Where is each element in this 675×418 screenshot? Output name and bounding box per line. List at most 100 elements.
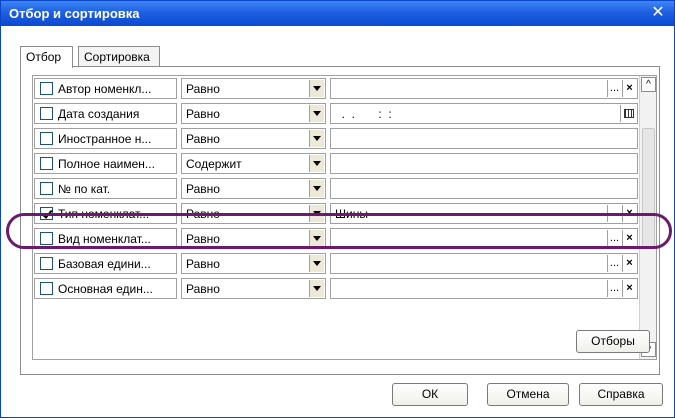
filter-sort-dialog: Отбор и сортировка ✕ Отбор Сортировка Ав… [0,0,675,418]
vertical-scrollbar[interactable]: ^ v [639,76,656,359]
filter-name-label: Дата создания [58,107,140,121]
filter-row: Дата создания Равно . . : : [33,101,638,126]
select-button[interactable]: ... [607,80,621,97]
value-field[interactable]: Шины ... × [330,203,638,224]
filter-checkbox[interactable] [40,132,53,145]
chevron-down-icon[interactable] [309,105,324,122]
calendar-icon[interactable] [620,105,636,122]
chevron-down-icon[interactable] [309,155,324,172]
operator-select[interactable]: Равно [181,128,326,149]
filter-checkbox[interactable] [40,232,53,245]
operator-value: Равно [186,257,220,271]
dialog-client-area: Отбор Сортировка Автор номенкл... Равно [5,26,670,415]
select-button[interactable]: ... [607,255,621,272]
operator-select[interactable]: Равно [181,203,326,224]
filter-row: Основная един... Равно ... × [33,276,638,301]
scroll-thumb[interactable] [642,128,655,248]
filter-tab-panel: Автор номенкл... Равно ... × Дата создан… [20,66,660,375]
filter-checkbox[interactable] [40,257,53,270]
filter-name-label: Автор номенкл... [58,82,152,96]
clear-icon[interactable]: × [622,255,636,272]
value-field[interactable]: ... × [330,278,638,299]
operator-select[interactable]: Равно [181,228,326,249]
operator-select[interactable]: Равно [181,253,326,274]
ok-button[interactable]: ОК [392,383,468,406]
filter-name-cell: Основная един... [34,278,177,299]
chevron-down-icon[interactable] [309,205,324,222]
operator-value: Равно [186,132,220,146]
filter-name-cell: Дата создания [34,103,177,124]
operator-value: Равно [186,82,220,96]
chevron-down-icon[interactable] [309,80,324,97]
filter-checkbox-checked[interactable] [40,207,53,220]
filter-name-label: Основная един... [58,282,153,296]
value-field[interactable] [330,178,638,199]
filter-checkbox[interactable] [40,182,53,195]
filter-name-cell: Автор номенкл... [34,78,177,99]
date-value-field[interactable]: . . : : [330,103,638,124]
title-bar[interactable]: Отбор и сортировка ✕ [1,1,674,26]
tab-filter[interactable]: Отбор [20,46,73,68]
tab-filter-label: Отбор [26,50,62,64]
value-field[interactable]: ... × [330,253,638,274]
filter-name-cell: Базовая едини... [34,253,177,274]
operator-value: Содержит [186,157,242,171]
filter-name-cell: Вид номенклат... [34,228,177,249]
filter-name-label: Вид номенклат... [58,232,151,246]
filter-name-label: Иностранное н... [58,132,152,146]
operator-value: Равно [186,107,220,121]
filter-checkbox[interactable] [40,82,53,95]
value-text: . . : : [335,107,392,121]
close-icon[interactable]: ✕ [648,3,668,23]
clear-icon[interactable]: × [622,205,636,222]
filter-row: № по кат. Равно [33,176,638,201]
operator-select[interactable]: Равно [181,103,326,124]
filter-checkbox[interactable] [40,107,53,120]
chevron-down-icon[interactable] [309,130,324,147]
operator-select[interactable]: Равно [181,78,326,99]
chevron-down-icon[interactable] [309,180,324,197]
filter-row: Полное наимен... Содержит [33,151,638,176]
filter-row: Иностранное н... Равно [33,126,638,151]
filter-name-cell: Иностранное н... [34,128,177,149]
operator-value: Равно [186,182,220,196]
chevron-down-icon[interactable] [309,230,324,247]
filters-button[interactable]: Отборы [576,330,650,353]
clear-icon[interactable]: × [622,80,636,97]
operator-value: Равно [186,207,220,221]
select-button[interactable]: ... [607,280,621,297]
tab-sort-label: Сортировка [84,50,150,64]
clear-icon[interactable]: × [622,280,636,297]
operator-value: Равно [186,232,220,246]
tab-sort[interactable]: Сортировка [78,46,160,66]
operator-value: Равно [186,282,220,296]
filter-checkbox[interactable] [40,282,53,295]
filter-row: Вид номенклат... Равно ... × [33,226,638,251]
operator-select[interactable]: Равно [181,278,326,299]
filter-name-label: Тип номенклат... [58,207,150,221]
filter-name-label: Полное наимен... [58,157,155,171]
value-field[interactable] [330,128,638,149]
select-button[interactable]: ... [607,230,621,247]
filter-row: Базовая едини... Равно ... × [33,251,638,276]
scroll-up-icon[interactable]: ^ [641,77,656,92]
filter-name-label: Базовая едини... [58,257,151,271]
chevron-down-icon[interactable] [309,255,324,272]
cancel-button[interactable]: Отмена [487,383,569,406]
clear-icon[interactable]: × [622,230,636,247]
operator-select[interactable]: Равно [181,178,326,199]
filter-name-label: № по кат. [58,182,111,196]
filter-name-cell: Полное наимен... [34,153,177,174]
operator-select[interactable]: Содержит [181,153,326,174]
filter-checkbox[interactable] [40,157,53,170]
filter-row-selected: Тип номенклат... Равно Шины ... × [33,201,638,226]
value-field[interactable]: ... × [330,78,638,99]
value-field[interactable] [330,153,638,174]
help-button[interactable]: Справка [579,383,663,406]
filter-name-cell: Тип номенклат... [34,203,177,224]
value-field[interactable]: ... × [330,228,638,249]
chevron-down-icon[interactable] [309,280,324,297]
value-text: Шины [335,207,368,221]
filter-row: Автор номенкл... Равно ... × [33,76,638,101]
select-button[interactable]: ... [607,205,621,222]
